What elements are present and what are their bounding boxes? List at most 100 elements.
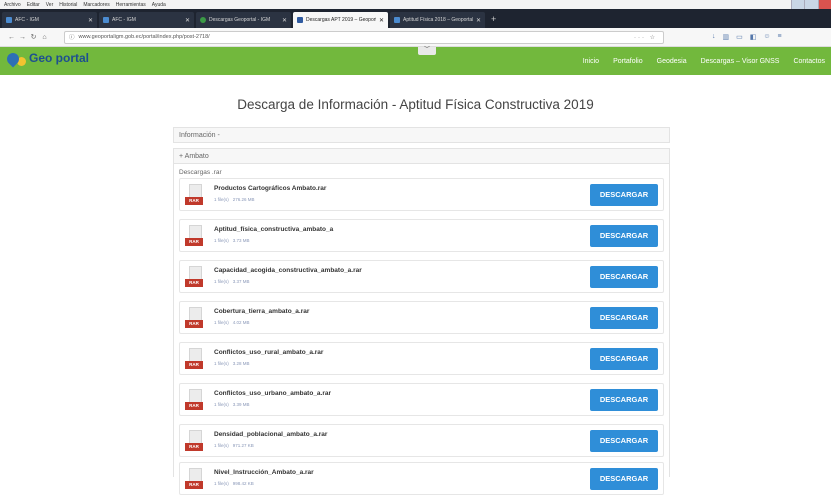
nav-inicio[interactable]: Inicio: [583, 58, 599, 65]
reload-icon[interactable]: ↻: [28, 33, 39, 41]
accordion-ambato[interactable]: + Ambato: [173, 148, 670, 164]
accordion-informacion[interactable]: Información -: [173, 127, 670, 143]
file-count: 1 file(s): [214, 481, 229, 486]
tab-aptitud-fisica-2018[interactable]: Aptitud Física 2018 – Geoportal ✕: [390, 12, 485, 28]
account-icon[interactable]: ☺: [763, 33, 770, 41]
site-header: Geo portal Inicio Portafolio Geodesia De…: [0, 47, 831, 75]
browser-navbar: ← → ↻ ⌂ ⓘ www.geoportaligm.gob.ec/portal…: [0, 28, 831, 47]
descargar-button[interactable]: DESCARGAR: [590, 307, 658, 329]
descargar-button[interactable]: DESCARGAR: [590, 468, 658, 490]
file-count: 1 file(s): [214, 402, 229, 407]
nav-geodesia[interactable]: Geodesia: [657, 58, 687, 65]
rar-file-icon: RAR: [185, 430, 205, 452]
file-size: 4.02 MB: [232, 320, 250, 325]
tab-label: Aptitud Física 2018 – Geoportal: [403, 17, 473, 23]
site-favicon-icon: [394, 17, 400, 23]
menu-historial[interactable]: Historial: [59, 2, 77, 8]
site-favicon-icon: [297, 17, 303, 23]
file-name: Densidad_poblacional_ambato_a.rar: [214, 431, 328, 438]
close-tab-icon[interactable]: ✕: [88, 17, 93, 24]
download-item: RAR Nivel_Instrucción_Ambato_a.rar 1 file(…: [179, 462, 664, 495]
download-item: RAR Productos Cartográficos Ambato.rar 1 f…: [179, 178, 664, 211]
geoportal-logo[interactable]: Geo portal: [4, 50, 90, 68]
address-bar[interactable]: ⓘ www.geoportaligm.gob.ec/portal/index.p…: [64, 30, 664, 44]
library-icon[interactable]: ▥: [723, 33, 730, 41]
descargar-button[interactable]: DESCARGAR: [590, 225, 658, 247]
tab-label: Descargas APT 2019 – Geoportal: [306, 17, 376, 23]
descargar-button[interactable]: DESCARGAR: [590, 184, 658, 206]
rar-file-icon: RAR: [185, 307, 205, 329]
descargar-button[interactable]: DESCARGAR: [590, 389, 658, 411]
nav-contactos[interactable]: Contactos: [793, 58, 825, 65]
back-icon[interactable]: ←: [6, 34, 17, 41]
info-icon[interactable]: ⓘ: [69, 33, 75, 41]
new-tab-icon[interactable]: +: [491, 14, 496, 24]
close-tab-icon[interactable]: ✕: [282, 17, 287, 24]
site-favicon-icon: [103, 17, 109, 23]
menu-marcadores[interactable]: Marcadores: [83, 2, 109, 8]
rar-tag: RAR: [185, 320, 203, 328]
rar-tag: RAR: [185, 443, 203, 451]
file-meta: 1 file(s) 3.73 MB: [214, 238, 250, 243]
close-tab-icon[interactable]: ✕: [185, 17, 190, 24]
file-name: Capacidad_acogida_constructiva_ambato_a.…: [214, 267, 362, 274]
extension-icon[interactable]: ◧: [750, 33, 757, 41]
menu-herramientas[interactable]: Herramientas: [116, 2, 146, 8]
rar-tag: RAR: [185, 402, 203, 410]
tab-label: AFC - IGM: [112, 17, 136, 23]
page-title: Descarga de Información - Aptitud Física…: [237, 97, 594, 112]
close-tab-icon[interactable]: ✕: [379, 17, 384, 24]
file-size: 3.28 MB: [232, 361, 250, 366]
file-count: 1 file(s): [214, 320, 229, 325]
file-size: 3.39 MB: [232, 402, 250, 407]
tab-bar: AFC - IGM ✕ AFC - IGM ✕ Descargas Geopor…: [0, 9, 831, 28]
download-icon[interactable]: ↓: [712, 33, 716, 41]
tab-afc-2[interactable]: AFC - IGM ✕: [99, 12, 194, 28]
download-item: RAR Aptitud_física_constructiva_ambato_a 1…: [179, 219, 664, 252]
nav-descargas-visor-gnss[interactable]: Descargas – Visor GNSS: [701, 58, 780, 65]
downloads-section: Descargas .rar RAR Productos Cartográfico…: [173, 164, 670, 495]
menu-editar[interactable]: Editar: [27, 2, 40, 8]
file-count: 1 file(s): [214, 361, 229, 366]
rar-tag: RAR: [185, 361, 203, 369]
file-size: 276.26 MB: [232, 197, 255, 202]
file-meta: 1 file(s) 276.26 MB: [214, 197, 255, 202]
file-size: 971.27 KB: [232, 443, 254, 448]
file-name: Nivel_Instrucción_Ambato_a.rar: [214, 469, 314, 476]
tab-descargas-apt-2019[interactable]: Descargas APT 2019 – Geoportal ✕: [293, 12, 388, 28]
rar-file-icon: RAR: [185, 184, 205, 206]
descargar-button[interactable]: DESCARGAR: [590, 266, 658, 288]
rar-file-icon: RAR: [185, 225, 205, 247]
menu-archivo[interactable]: Archivo: [4, 2, 21, 8]
file-size: 3.73 MB: [232, 238, 250, 243]
menu-ver[interactable]: Ver: [46, 2, 54, 8]
menu-icon[interactable]: ≡: [778, 33, 782, 41]
logo-text: Geo portal: [29, 51, 90, 66]
downloads-header: Descargas .rar: [179, 169, 222, 176]
site-favicon-icon: [6, 17, 12, 23]
tab-afc-1[interactable]: AFC - IGM ✕: [2, 12, 97, 28]
page-actions-icon[interactable]: ··· ☆: [634, 34, 663, 41]
download-item: RAR Conflictos_uso_urbano_ambato_a.rar 1 f…: [179, 383, 664, 416]
forward-icon[interactable]: →: [17, 34, 28, 41]
sidebar-icon[interactable]: ▭: [736, 33, 743, 41]
chevron-down-icon[interactable]: ﹀: [418, 47, 436, 55]
file-meta: 1 file(s) 998.42 KB: [214, 481, 254, 486]
file-size: 998.42 KB: [232, 481, 254, 486]
home-icon[interactable]: ⌂: [39, 34, 50, 41]
nav-portafolio[interactable]: Portafolio: [613, 58, 643, 65]
file-size: 3.37 MB: [232, 279, 250, 284]
close-tab-icon[interactable]: ✕: [476, 17, 481, 24]
tab-label: AFC - IGM: [15, 17, 39, 23]
browser-menubar: Archivo Editar Ver Historial Marcadores …: [0, 0, 831, 9]
file-count: 1 file(s): [214, 238, 229, 243]
file-name: Cobertura_tierra_ambato_a.rar: [214, 308, 310, 315]
tab-descargas-geoportal[interactable]: Descargas Geoportal - IGM ✕: [196, 12, 291, 28]
rar-tag: RAR: [185, 238, 203, 246]
site-favicon-icon: [200, 17, 206, 23]
menu-ayuda[interactable]: Ayuda: [152, 2, 166, 8]
descargar-button[interactable]: DESCARGAR: [590, 430, 658, 452]
file-name: Productos Cartográficos Ambato.rar: [214, 185, 327, 192]
file-meta: 1 file(s) 3.37 MB: [214, 279, 250, 284]
descargar-button[interactable]: DESCARGAR: [590, 348, 658, 370]
